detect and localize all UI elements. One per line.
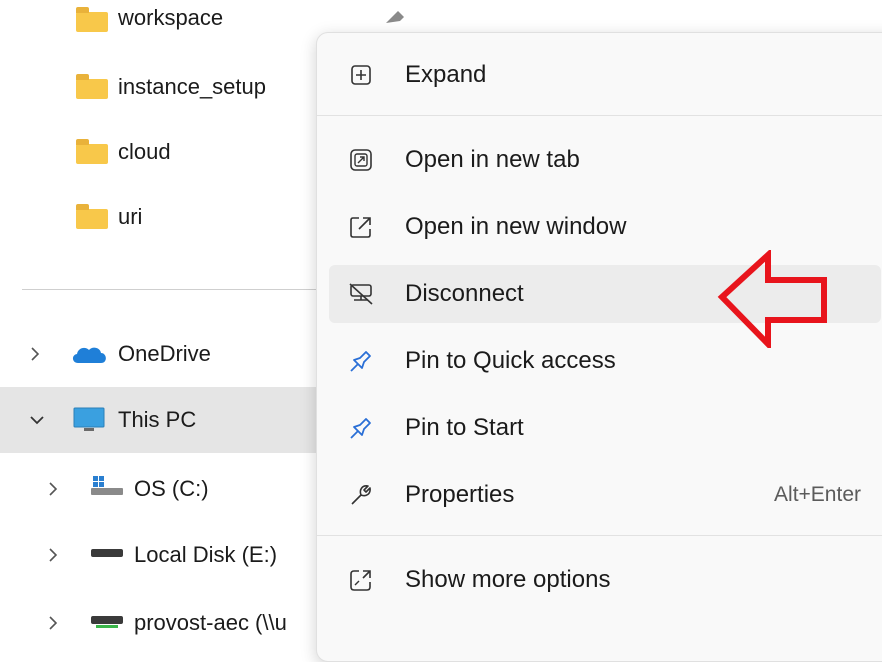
tree-item-os-c[interactable]: OS (C:) (0, 456, 330, 522)
pin-icon (347, 414, 375, 442)
tree-item-onedrive[interactable]: OneDrive (0, 321, 330, 387)
tree-item-this-pc[interactable]: This PC (0, 387, 330, 453)
folder-icon (76, 204, 108, 229)
chevron-right-icon[interactable] (44, 546, 62, 564)
pin-icon (386, 11, 404, 23)
folder-item-workspace[interactable]: workspace (0, 0, 404, 53)
hard-drive-icon (91, 549, 123, 557)
tree-item-label: Local Disk (E:) (134, 542, 278, 567)
tree-item-label: OneDrive (118, 341, 211, 366)
this-pc-monitor-icon (73, 407, 105, 431)
folder-icon (76, 7, 108, 32)
folder-item-instance-setup[interactable]: instance_setup (0, 55, 330, 121)
menu-item-show-more-options[interactable]: Show more options (329, 551, 881, 609)
menu-item-label: Pin to Start (405, 414, 524, 441)
show-more-icon (347, 566, 375, 594)
nav-divider (22, 289, 322, 290)
new-tab-icon (347, 146, 375, 174)
chevron-right-icon[interactable] (44, 480, 62, 498)
folder-label: workspace (118, 5, 224, 30)
folder-item-cloud[interactable]: cloud (0, 120, 330, 186)
menu-item-label: Expand (405, 61, 487, 88)
navigation-pane: workspace instance_setup cloud uri OneDr… (0, 0, 404, 650)
disconnect-drive-icon (347, 280, 375, 308)
onedrive-cloud-icon (72, 347, 106, 363)
network-drive-icon (91, 616, 123, 628)
red-annotation-arrow (717, 250, 827, 348)
folder-label: instance_setup (118, 74, 266, 99)
menu-item-open-new-window[interactable]: Open in new window (329, 198, 881, 256)
menu-item-label: Disconnect (405, 280, 524, 307)
menu-item-label: Pin to Quick access (405, 347, 616, 374)
menu-item-label: Open in new tab (405, 146, 580, 173)
menu-divider (317, 535, 882, 536)
tree-item-network-drive[interactable]: provost-aec (\\u (0, 590, 330, 656)
menu-item-open-new-tab[interactable]: Open in new tab (329, 131, 881, 189)
menu-item-label: Show more options (405, 566, 611, 593)
chevron-right-icon[interactable] (26, 345, 44, 363)
expand-plus-icon (347, 61, 375, 89)
shortcut-label: Alt+Enter (774, 483, 861, 506)
tree-item-label: OS (C:) (134, 476, 209, 501)
tree-item-label: provost-aec (\\u (134, 610, 287, 635)
folder-icon (76, 139, 108, 164)
windows-drive-icon (91, 476, 123, 495)
menu-item-label: Properties (405, 481, 515, 508)
wrench-icon (347, 481, 375, 509)
new-window-icon (347, 213, 375, 241)
menu-item-pin-start[interactable]: Pin to Start (329, 399, 881, 457)
menu-divider (317, 115, 882, 116)
menu-item-expand[interactable]: Expand (329, 46, 881, 104)
tree-item-local-disk-e[interactable]: Local Disk (E:) (0, 522, 330, 588)
chevron-down-icon[interactable] (28, 411, 46, 429)
folder-label: uri (118, 204, 143, 229)
pin-icon (347, 347, 375, 375)
folder-item-uri[interactable]: uri (0, 185, 330, 251)
chevron-right-icon[interactable] (44, 614, 62, 632)
menu-item-properties[interactable]: Properties Alt+Enter (329, 466, 881, 524)
folder-icon (76, 74, 108, 99)
menu-item-label: Open in new window (405, 213, 627, 240)
folder-label: cloud (118, 139, 171, 164)
tree-item-label: This PC (118, 407, 197, 432)
